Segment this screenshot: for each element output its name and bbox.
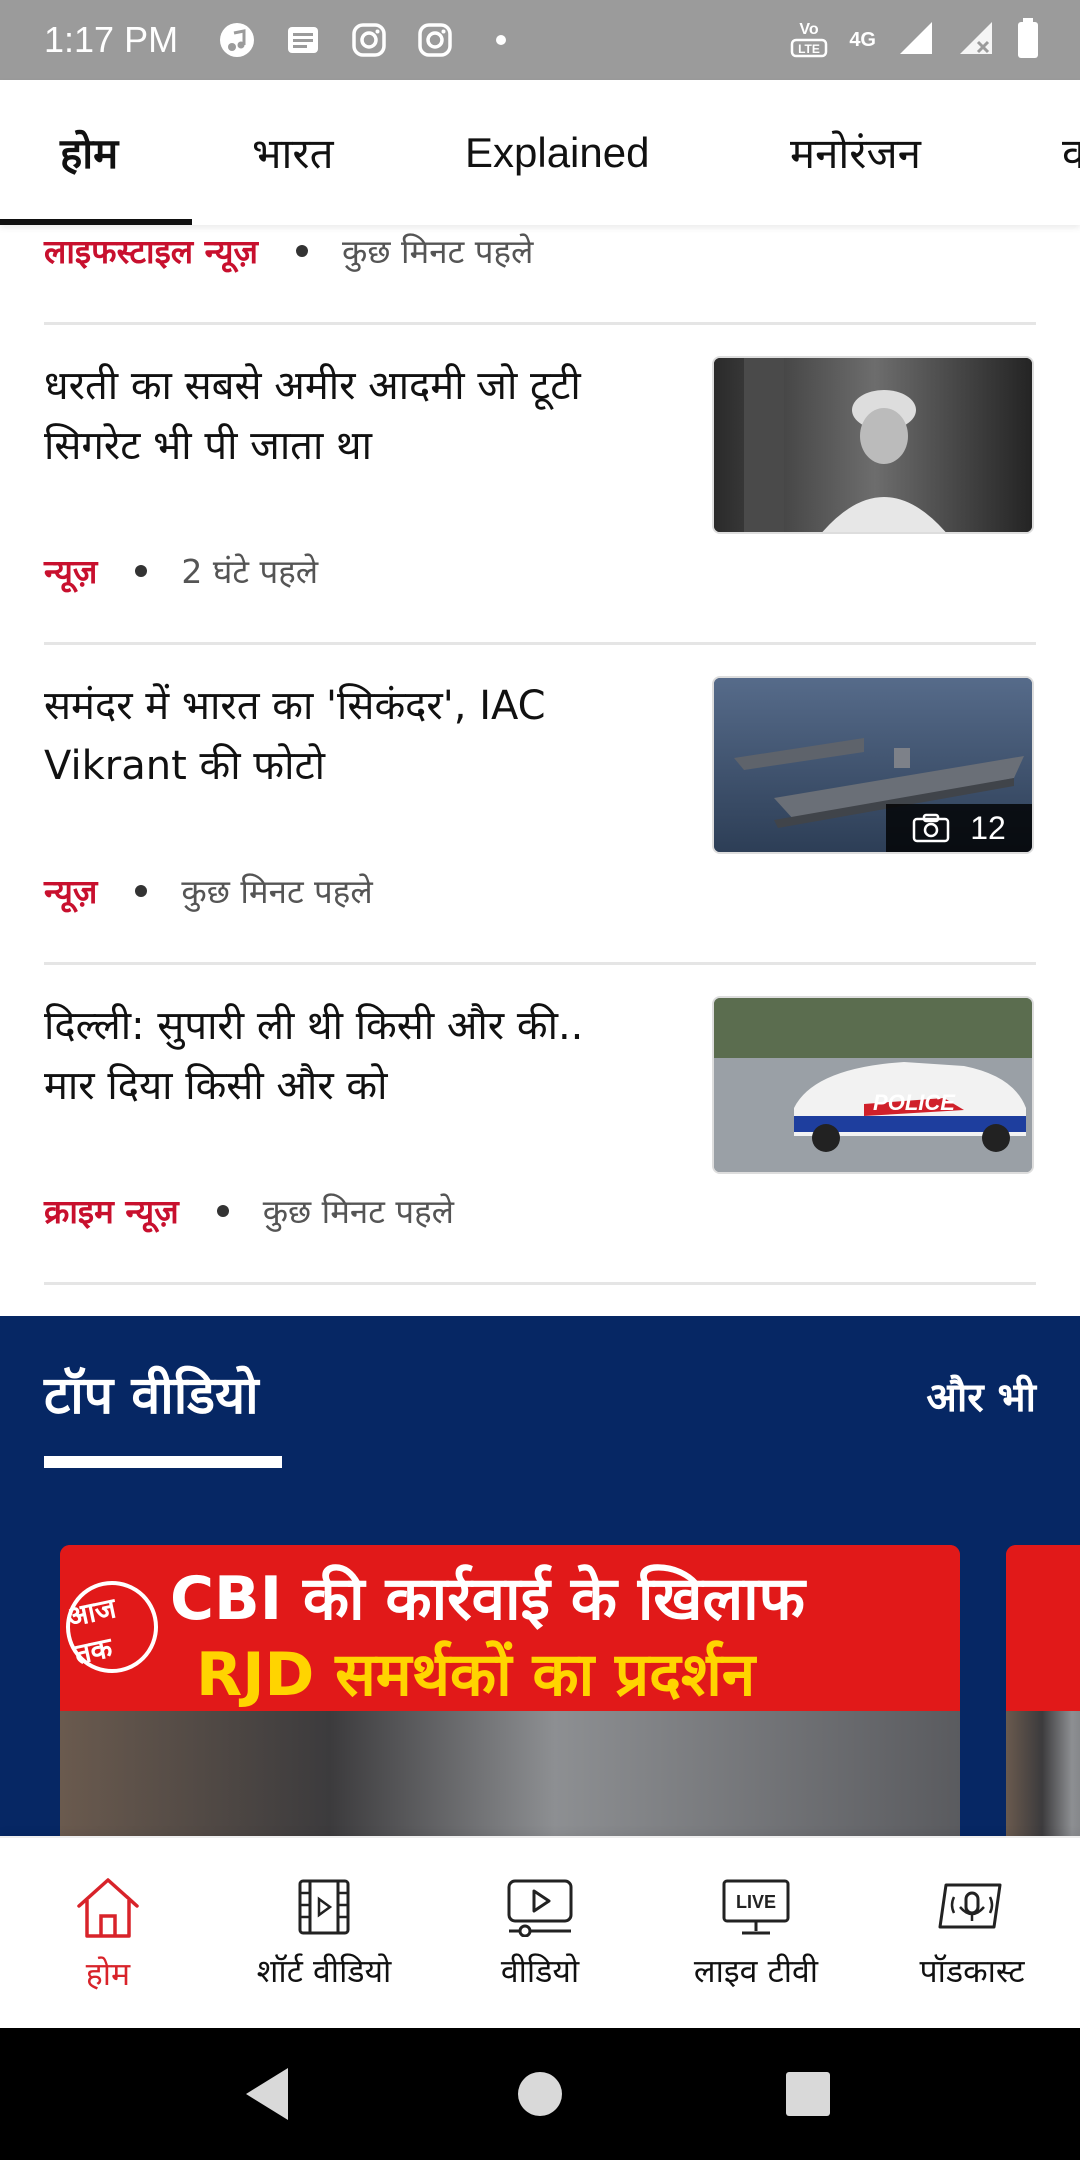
home-button-icon[interactable] (518, 2072, 562, 2116)
separator-dot (135, 884, 148, 897)
photo-count-badge: 12 (886, 804, 1032, 852)
signal-icon (896, 18, 936, 62)
home-icon (77, 1877, 139, 1938)
tab-explained[interactable]: Explained (465, 80, 649, 225)
divider (44, 1282, 1036, 1285)
nav-home[interactable]: होम (0, 1838, 216, 2030)
music-icon (216, 19, 258, 61)
video-card[interactable]: आज तक CBI की कार्रवाई के खिलाफ RJD समर्थ… (60, 1545, 960, 1836)
section-title-underline (44, 1456, 282, 1468)
video-thumbnail-photo (60, 1711, 960, 1836)
status-bar: 1:17 PM Vo LTE 4G (0, 0, 1080, 80)
video-headline-line2: RJD समर्थकों का प्रदर्शन (196, 1640, 756, 1710)
article-time: कुछ मिनट पहले (262, 1192, 455, 1231)
article-category[interactable]: न्यूज़ (44, 868, 97, 913)
svg-text:POLICE: POLICE (873, 1090, 956, 1115)
divider (44, 322, 1036, 325)
separator-dot (216, 1204, 229, 1217)
nav-label: पॉडकास्ट (919, 1951, 1025, 1990)
dot-icon (480, 19, 522, 61)
svg-text:LIVE: LIVE (736, 1892, 776, 1912)
tab-next[interactable]: व (1062, 80, 1080, 225)
svg-text:LTE: LTE (798, 42, 820, 56)
article-category[interactable]: क्राइम न्यूज़ (44, 1188, 179, 1233)
short-video-icon (298, 1879, 350, 1934)
article-time: कुछ मिनट पहले (181, 872, 373, 911)
see-more-link[interactable]: और भी (926, 1368, 1036, 1423)
article-time: कुछ मिनट पहले (342, 232, 534, 271)
signal-icon (956, 18, 996, 62)
article-thumbnail[interactable]: POLICE (712, 996, 1034, 1174)
tab-manoranjan[interactable]: मनोरंजन (790, 80, 921, 225)
nav-label: होम (85, 1954, 131, 1993)
nav-short-video[interactable]: शॉर्ट वीडियो (216, 1838, 432, 2030)
article-time: 2 घंटे पहले (181, 552, 319, 591)
system-navigation-bar (0, 2028, 1080, 2160)
article-category[interactable]: लाइफस्टाइल न्यूज़ (44, 228, 258, 273)
video-icon (507, 1879, 573, 1937)
article-thumbnail[interactable] (712, 356, 1034, 534)
article-headline[interactable]: दिल्ली: सुपारी ली थी किसी और की.. मार दि… (44, 996, 644, 1116)
network-label: 4G (849, 28, 876, 51)
article-headline[interactable]: समंदर में भारत का 'सिकंदर', IAC Vikrant … (44, 676, 644, 796)
tab-home[interactable]: होम (60, 80, 118, 225)
portrait-photo (714, 358, 1032, 532)
news-icon (282, 19, 324, 61)
camera-icon (912, 813, 950, 843)
nav-label: वीडियो (500, 1951, 580, 1990)
article-meta: लाइफस्टाइल न्यूज़ कुछ मिनट पहले (44, 228, 533, 273)
nav-podcast[interactable]: पॉडकास्ट (864, 1838, 1080, 2030)
status-time: 1:17 PM (44, 19, 179, 60)
article-category[interactable]: न्यूज़ (44, 548, 97, 593)
photo-count: 12 (970, 809, 1006, 846)
article-meta: न्यूज़ कुछ मिनट पहले (44, 868, 373, 913)
svg-text:Vo: Vo (800, 21, 819, 38)
active-tab-indicator (0, 219, 192, 225)
article-meta: क्राइम न्यूज़ कुछ मिनट पहले (44, 1188, 454, 1233)
recents-icon[interactable] (786, 2072, 830, 2116)
separator-dot (296, 244, 309, 257)
category-tabs: होम भारत Explained मनोरंजन व (0, 80, 1080, 225)
nav-label: लाइव टीवी (693, 1951, 819, 1990)
top-video-section: टॉप वीडियो और भी आज तक CBI की कार्रवाई क… (0, 1316, 1080, 1836)
video-thumbnail-photo (1006, 1711, 1080, 1836)
bottom-navigation: होम शॉर्ट वीडियो वीडियो LIVE लाइव टीवी प… (0, 1836, 1080, 2028)
police-car-photo: POLICE (714, 998, 1032, 1172)
divider (44, 642, 1036, 645)
video-card[interactable] (1006, 1545, 1080, 1836)
section-title: टॉप वीडियो (44, 1366, 259, 1426)
article-headline[interactable]: धरती का सबसे अमीर आदमी जो टूटी सिगरेट भी… (44, 356, 644, 476)
divider (44, 962, 1036, 965)
nav-video[interactable]: वीडियो (432, 1838, 648, 2030)
nav-label: शॉर्ट वीडियो (256, 1951, 392, 1990)
article-thumbnail[interactable]: 12 (712, 676, 1034, 854)
instagram-icon (414, 19, 456, 61)
battery-icon (1016, 16, 1040, 64)
separator-dot (135, 564, 148, 577)
volte-icon: Vo LTE (789, 16, 829, 64)
video-headline-line1: CBI की कार्रवाई के खिलाफ (170, 1564, 805, 1634)
video-thumbnail-banner (1006, 1545, 1080, 1711)
tab-bharat[interactable]: भारत (252, 80, 334, 225)
back-icon[interactable] (246, 2068, 288, 2120)
instagram-icon (348, 19, 390, 61)
podcast-icon (938, 1883, 1002, 1928)
article-meta: न्यूज़ 2 घंटे पहले (44, 548, 318, 593)
live-tv-icon: LIVE (722, 1879, 790, 1934)
nav-live-tv[interactable]: LIVE लाइव टीवी (648, 1838, 864, 2030)
